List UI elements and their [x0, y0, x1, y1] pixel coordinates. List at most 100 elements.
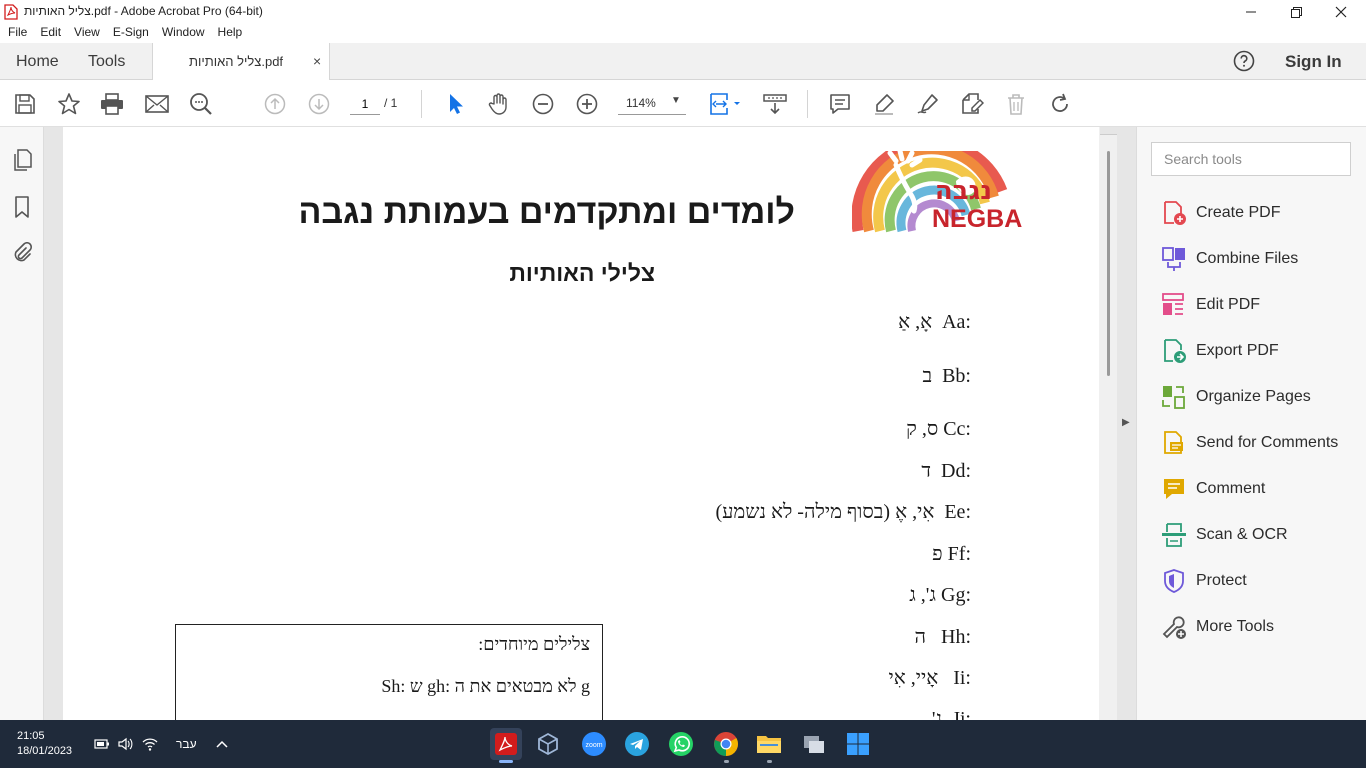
- comment-tool-button[interactable]: [828, 92, 852, 116]
- folder-icon: [757, 736, 781, 753]
- attachments-button[interactable]: [11, 242, 33, 264]
- tool-comment[interactable]: Comment: [1161, 475, 1361, 503]
- menu-help[interactable]: Help: [218, 24, 243, 43]
- tool-combine-files[interactable]: Combine Files: [1161, 245, 1361, 273]
- fill-sign-button[interactable]: [960, 92, 984, 116]
- letter-latin: Jj:: [952, 708, 971, 720]
- tool-send-for-comments[interactable]: Send for Comments: [1161, 429, 1361, 457]
- taskbar-whatsapp[interactable]: [665, 728, 697, 760]
- minimize-button[interactable]: [1228, 0, 1274, 24]
- select-tool-button[interactable]: [443, 92, 467, 116]
- chevron-up-icon[interactable]: [214, 736, 230, 752]
- rotate-button[interactable]: [1048, 92, 1072, 116]
- bookmark-star-button[interactable]: [57, 92, 81, 116]
- special-sounds-line: Sh: ש gh: לא מבטאים את ה g: [381, 676, 590, 696]
- tab-document[interactable]: צליל האותיות.pdf ×: [152, 43, 330, 81]
- letter-hebrew: ס, ק: [906, 418, 939, 440]
- zoom-in-button[interactable]: [575, 92, 599, 116]
- delete-button[interactable]: [1004, 92, 1028, 116]
- search-tools-input[interactable]: [1151, 142, 1351, 176]
- menu-edit[interactable]: Edit: [40, 24, 61, 43]
- wifi-icon[interactable]: [142, 736, 158, 752]
- page-fit-button[interactable]: [707, 92, 743, 116]
- minimize-icon: [1246, 11, 1256, 13]
- taskbar-file-explorer[interactable]: [753, 728, 785, 763]
- menu-view[interactable]: View: [74, 24, 100, 43]
- tool-organize-pages[interactable]: Organize Pages: [1161, 383, 1361, 411]
- hand-tool-button[interactable]: [487, 92, 511, 116]
- help-icon[interactable]: [1233, 50, 1255, 72]
- taskbar-zoom[interactable]: zoom: [578, 728, 610, 760]
- tool-scan-ocr[interactable]: Scan & OCR: [1161, 521, 1361, 549]
- bookmarks-button[interactable]: [11, 196, 33, 218]
- previous-page-button[interactable]: [263, 92, 287, 116]
- tool-create-pdf[interactable]: Create PDF: [1161, 199, 1361, 227]
- tool-label: Comment: [1196, 480, 1266, 497]
- running-indicator: [767, 760, 772, 763]
- scrollbar-thumb[interactable]: [1107, 151, 1110, 376]
- letter-row-g: Gg: ג', ג: [909, 584, 971, 607]
- acrobat-icon: [495, 733, 517, 755]
- taskbar-telegram[interactable]: [621, 728, 653, 760]
- document-tab-label: צליל האותיות.pdf: [189, 54, 284, 69]
- tab-tools[interactable]: Tools: [88, 43, 125, 80]
- scroll-mode-button[interactable]: [763, 92, 787, 116]
- menu-window[interactable]: Window: [162, 24, 205, 43]
- letter-hebrew: ב: [922, 365, 933, 387]
- chrome-icon: [714, 732, 738, 756]
- system-clock[interactable]: 21:05 18/01/2023: [17, 729, 72, 759]
- letter-row-h: Hh: ה: [914, 626, 971, 649]
- zoom-level-dropdown[interactable]: 114% ▼: [618, 93, 686, 115]
- letter-latin: Dd:: [941, 460, 971, 482]
- document-view[interactable]: נגבה NEGBA לומדים ומתקדמים בעמותת נגבה צ…: [44, 127, 1136, 720]
- tool-protect[interactable]: Protect: [1161, 567, 1361, 595]
- arrow-up-circle-icon: [264, 93, 286, 115]
- find-button[interactable]: [189, 92, 213, 116]
- zoom-out-button[interactable]: [531, 92, 555, 116]
- sign-in-button[interactable]: Sign In: [1285, 52, 1342, 72]
- letter-hebrew: ד: [921, 460, 931, 482]
- close-window-button[interactable]: [1318, 0, 1364, 24]
- battery-icon[interactable]: [94, 736, 110, 752]
- zoom-out-icon: [532, 93, 554, 115]
- taskbar-start[interactable]: [842, 728, 874, 760]
- print-button[interactable]: [100, 92, 124, 116]
- expand-right-pane-icon[interactable]: ▶: [1122, 417, 1130, 428]
- tool-label: Create PDF: [1196, 204, 1281, 221]
- tool-more-tools[interactable]: More Tools: [1161, 613, 1361, 641]
- letter-latin: Gg:: [941, 584, 971, 606]
- menu-esign[interactable]: E-Sign: [113, 24, 149, 43]
- taskbar-acrobat[interactable]: [490, 728, 522, 763]
- restore-button[interactable]: [1273, 0, 1319, 24]
- tab-home[interactable]: Home: [16, 43, 59, 80]
- letter-latin: Ff:: [947, 543, 971, 565]
- letter-latin: Bb:: [942, 365, 971, 387]
- tool-label: Combine Files: [1196, 250, 1299, 267]
- taskbar-chrome[interactable]: [710, 728, 742, 763]
- arrow-down-circle-icon: [308, 93, 330, 115]
- draw-tool-button[interactable]: [916, 92, 940, 116]
- close-tab-button[interactable]: ×: [313, 53, 321, 69]
- letter-latin: Hh:: [941, 626, 971, 648]
- letter-row-c: Cc: ס, ק: [906, 418, 971, 441]
- tool-edit-pdf[interactable]: Edit PDF: [1161, 291, 1361, 319]
- email-button[interactable]: [145, 92, 169, 116]
- restore-icon: [1290, 6, 1302, 18]
- input-language[interactable]: עבר: [176, 737, 197, 751]
- pdf-page: נגבה NEGBA לומדים ומתקדמים בעמותת נגבה צ…: [63, 127, 1101, 720]
- pen-draw-icon: [917, 94, 938, 114]
- page-number-input[interactable]: [350, 93, 380, 115]
- next-page-button[interactable]: [307, 92, 331, 116]
- page-thumbnails-button[interactable]: [11, 149, 33, 171]
- taskbar-task-view[interactable]: [798, 728, 830, 760]
- letter-hebrew: ג': [931, 708, 943, 720]
- document-subheading: צלילי האותיות: [509, 260, 655, 286]
- letter-latin: Aa:: [942, 311, 971, 333]
- tool-export-pdf[interactable]: Export PDF: [1161, 337, 1361, 365]
- taskbar-virtualbox[interactable]: [532, 728, 564, 760]
- volume-icon[interactable]: [117, 736, 133, 752]
- menu-file[interactable]: File: [8, 24, 27, 43]
- save-button[interactable]: [13, 92, 37, 116]
- highlight-tool-button[interactable]: [872, 92, 896, 116]
- vertical-scrollbar[interactable]: [1099, 127, 1117, 720]
